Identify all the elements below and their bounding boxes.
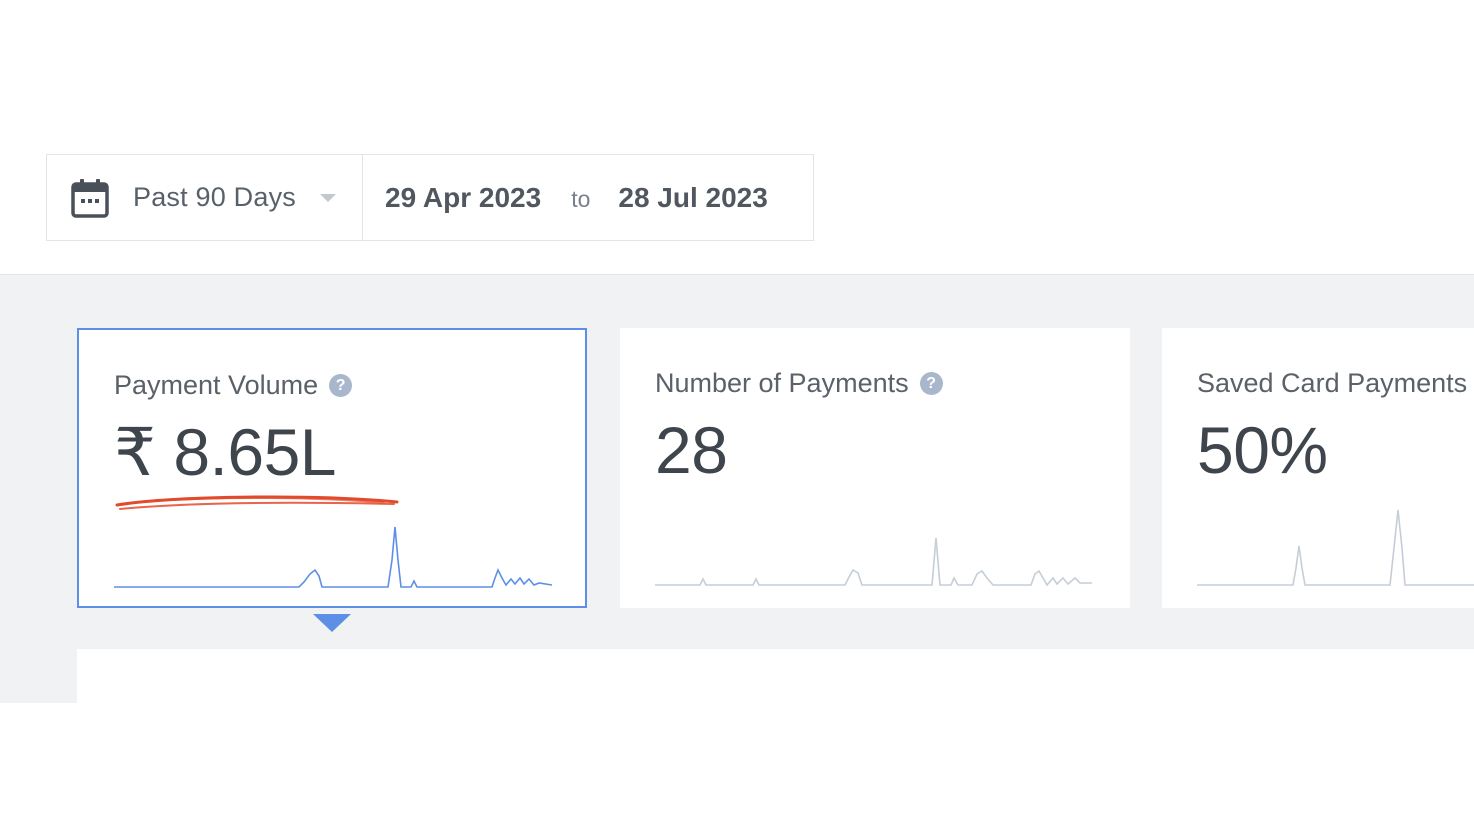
active-card-pointer [313, 614, 351, 632]
help-icon[interactable]: ? [329, 374, 353, 397]
metric-title-row: Payment Volume ? [114, 370, 353, 401]
metric-sparkline [1197, 509, 1474, 586]
metric-title: Saved Card Payments [1197, 368, 1468, 398]
date-range: 29 Apr 2023 to 28 Jul 2023 [363, 182, 768, 214]
metric-title: Number of Payments [655, 368, 909, 398]
chevron-down-icon [319, 193, 336, 202]
metric-value: ₹ 8.65L [114, 415, 337, 489]
metric-sparkline [114, 526, 553, 588]
date-range-selector: Past 90 Days 29 Apr 2023 to 28 Jul 2023 [46, 154, 814, 241]
metric-title-row: Saved Card Payments [1197, 368, 1467, 399]
metric-value: 28 [655, 413, 728, 487]
metric-sparkline [655, 537, 1092, 587]
metric-card-payment-volume[interactable]: Payment Volume ? ₹ 8.65L [77, 328, 587, 608]
date-preset-dropdown[interactable]: Past 90 Days [47, 155, 363, 240]
calendar-icon [71, 178, 109, 218]
start-date[interactable]: 29 Apr 2023 [385, 182, 541, 214]
date-range-separator: to [571, 185, 591, 212]
metric-card-number-of-payments[interactable]: Number of Payments ? 28 [620, 328, 1130, 608]
metrics-panel: Payment Volume ? ₹ 8.65L Number of Payme… [0, 274, 1474, 709]
metric-card-saved-card-payments[interactable]: Saved Card Payments 50% [1162, 328, 1474, 608]
metric-title-row: Number of Payments ? [655, 368, 943, 399]
metric-title: Payment Volume [114, 370, 319, 400]
end-date[interactable]: 28 Jul 2023 [618, 182, 767, 214]
metric-value: 50% [1197, 413, 1328, 487]
date-preset-label: Past 90 Days [133, 182, 296, 212]
help-icon[interactable]: ? [919, 372, 943, 395]
details-card [77, 649, 1474, 709]
